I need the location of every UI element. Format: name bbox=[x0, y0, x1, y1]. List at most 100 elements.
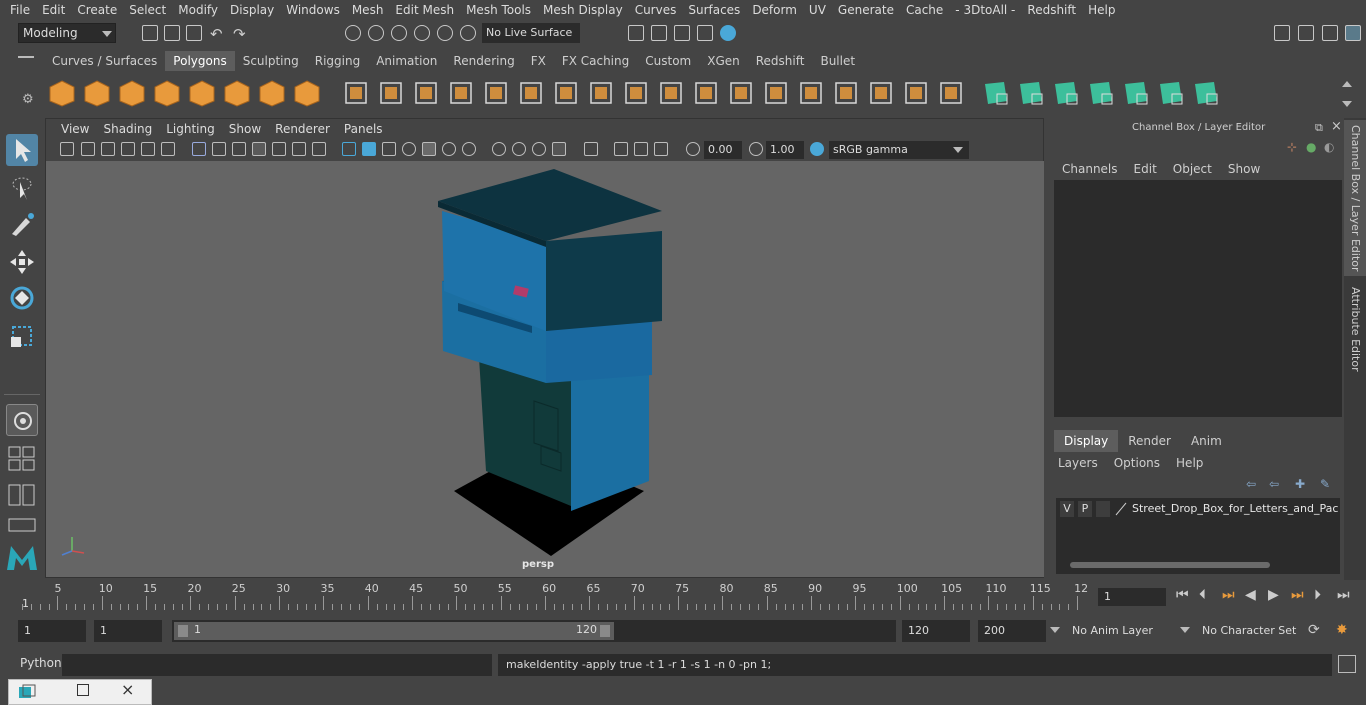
poly-cylinder-icon[interactable] bbox=[118, 79, 146, 107]
uv-unfold-icon[interactable] bbox=[1122, 79, 1150, 107]
viewport-scene[interactable]: persp bbox=[46, 161, 1044, 577]
channelbox-toggle-icon[interactable] bbox=[1345, 25, 1361, 41]
axis-tool-icon[interactable]: ⊹ bbox=[1287, 140, 1297, 154]
menu-help[interactable]: Help bbox=[1082, 0, 1121, 20]
menu-uv[interactable]: UV bbox=[803, 0, 832, 20]
crease-icon[interactable] bbox=[902, 79, 930, 107]
boolean-icon[interactable] bbox=[482, 79, 510, 107]
colorspace-dropdown[interactable]: sRGB gamma bbox=[829, 141, 969, 159]
menu-redshift[interactable]: Redshift bbox=[1021, 0, 1082, 20]
gear-icon[interactable]: ⚙ bbox=[22, 92, 34, 107]
bevel-edge-icon[interactable] bbox=[797, 79, 825, 107]
range-slider-track[interactable]: 1 120 bbox=[172, 620, 896, 642]
hypershade-icon[interactable] bbox=[720, 25, 736, 41]
close-window-icon[interactable]: × bbox=[121, 680, 134, 699]
menu-select[interactable]: Select bbox=[123, 0, 172, 20]
scale-tool-icon[interactable] bbox=[6, 320, 38, 352]
scene-end-field[interactable]: 200 bbox=[978, 620, 1046, 642]
script-editor-icon[interactable] bbox=[1338, 655, 1356, 673]
shelf-tab-animation[interactable]: Animation bbox=[368, 51, 445, 71]
viewport-menu-renderer[interactable]: Renderer bbox=[268, 119, 337, 139]
mirror-icon[interactable] bbox=[517, 79, 545, 107]
layer-display-type[interactable] bbox=[1096, 501, 1110, 517]
lasso-tool-icon[interactable] bbox=[6, 172, 38, 204]
grid-icon[interactable] bbox=[192, 142, 206, 156]
play-back-icon[interactable]: ◀ bbox=[1245, 587, 1256, 603]
smooth-shade-icon[interactable] bbox=[362, 142, 376, 156]
layer-playback-toggle[interactable]: P bbox=[1078, 501, 1092, 517]
layout-single-icon[interactable] bbox=[8, 518, 36, 532]
menu-display[interactable]: Display bbox=[224, 0, 280, 20]
paint-select-icon[interactable] bbox=[6, 208, 38, 240]
menu-3dtoall[interactable]: - 3DtoAll - bbox=[949, 0, 1021, 20]
menu-deform[interactable]: Deform bbox=[746, 0, 803, 20]
snap-vertex-icon[interactable] bbox=[460, 25, 476, 41]
menu-create[interactable]: Create bbox=[71, 0, 123, 20]
channelbox-menu-object[interactable]: Object bbox=[1165, 160, 1220, 178]
uv-editor-icon[interactable] bbox=[1192, 79, 1220, 107]
mode-dropdown[interactable]: Modeling bbox=[18, 23, 116, 43]
live-surface-field[interactable]: No Live Surface bbox=[482, 23, 580, 43]
command-input[interactable] bbox=[62, 654, 492, 676]
keyframe-dot-icon[interactable]: ● bbox=[1306, 140, 1316, 154]
range-handle-right[interactable] bbox=[600, 625, 610, 637]
poly-pipe-icon[interactable] bbox=[293, 79, 321, 107]
ipr-render-icon[interactable] bbox=[651, 25, 667, 41]
layer-down-icon[interactable]: ⇦ bbox=[1269, 477, 1279, 491]
shelf-tab-bullet[interactable]: Bullet bbox=[812, 51, 863, 71]
shelf-tab-rendering[interactable]: Rendering bbox=[445, 51, 522, 71]
layer-color-swatch[interactable] bbox=[1114, 501, 1128, 517]
chevron-down-icon[interactable] bbox=[1050, 627, 1060, 633]
render-settings-icon[interactable] bbox=[697, 25, 713, 41]
channelbox-menu-channels[interactable]: Channels bbox=[1054, 160, 1126, 178]
backface-icon[interactable] bbox=[654, 142, 668, 156]
character-set-dropdown[interactable]: No Character Set bbox=[1196, 620, 1300, 642]
menu-mesh-tools[interactable]: Mesh Tools bbox=[460, 0, 537, 20]
undo-icon[interactable]: ↶ bbox=[210, 25, 223, 43]
layer-name[interactable]: Street_Drop_Box_for_Letters_and_Packag bbox=[1132, 501, 1338, 517]
shelf-tab-sculpting[interactable]: Sculpting bbox=[235, 51, 307, 71]
menu-modify[interactable]: Modify bbox=[172, 0, 224, 20]
redo-icon[interactable]: ↷ bbox=[233, 25, 246, 43]
bevel-icon[interactable] bbox=[552, 79, 580, 107]
new-layer-icon[interactable]: ✚ bbox=[1295, 477, 1305, 491]
anti-aliasing-icon[interactable] bbox=[512, 142, 526, 156]
layer-menu-help[interactable]: Help bbox=[1176, 454, 1211, 472]
2d-pan-icon[interactable] bbox=[141, 142, 155, 156]
scene-start-field[interactable]: 1 bbox=[18, 620, 86, 642]
sphere-icon[interactable]: ◐ bbox=[1324, 140, 1334, 154]
anim-layer-dropdown[interactable]: No Anim Layer bbox=[1066, 620, 1170, 642]
menu-surfaces[interactable]: Surfaces bbox=[682, 0, 746, 20]
menu-mesh[interactable]: Mesh bbox=[346, 0, 390, 20]
render-frame-icon[interactable] bbox=[628, 25, 644, 41]
uv-spherical-icon[interactable] bbox=[1052, 79, 1080, 107]
wireframe-on-shaded-icon[interactable] bbox=[382, 142, 396, 156]
menu-windows[interactable]: Windows bbox=[280, 0, 346, 20]
script-language-label[interactable]: Python bbox=[20, 656, 62, 670]
shadows-icon[interactable] bbox=[442, 142, 456, 156]
layer-visibility-toggle[interactable]: V bbox=[1060, 501, 1074, 517]
channelbox-menu-edit[interactable]: Edit bbox=[1126, 160, 1165, 178]
float-icon[interactable]: ⧉ bbox=[1315, 121, 1323, 135]
safe-title-icon[interactable] bbox=[312, 142, 326, 156]
go-to-end-icon[interactable]: ⏭ bbox=[1337, 587, 1350, 603]
layout-quad-icon[interactable] bbox=[8, 446, 36, 472]
channel-box-side-tab[interactable]: Channel Box / Layer Editor bbox=[1344, 120, 1366, 276]
layer-menu-options[interactable]: Options bbox=[1114, 454, 1168, 472]
attribute-toggle-icon[interactable] bbox=[1322, 25, 1338, 41]
combine-icon[interactable] bbox=[342, 79, 370, 107]
attribute-editor-side-tab[interactable]: Attribute Editor bbox=[1344, 284, 1366, 374]
extract-icon[interactable] bbox=[412, 79, 440, 107]
viewport-menu-shading[interactable]: Shading bbox=[96, 119, 159, 139]
move-tool-icon[interactable] bbox=[6, 246, 38, 278]
shelf-tab-fx[interactable]: FX bbox=[523, 51, 554, 71]
next-key-icon[interactable]: ⏭ bbox=[1291, 587, 1304, 603]
scrollbar-thumb[interactable] bbox=[1070, 562, 1270, 568]
shelf-scroll-icon[interactable] bbox=[1340, 79, 1354, 107]
snap-view-icon[interactable] bbox=[414, 25, 430, 41]
maya-window-icon[interactable] bbox=[17, 684, 37, 700]
camera-icon[interactable] bbox=[60, 142, 74, 156]
depth-of-field-icon[interactable] bbox=[532, 142, 546, 156]
range-handle-left[interactable] bbox=[178, 625, 188, 637]
image-plane-icon[interactable] bbox=[121, 142, 135, 156]
